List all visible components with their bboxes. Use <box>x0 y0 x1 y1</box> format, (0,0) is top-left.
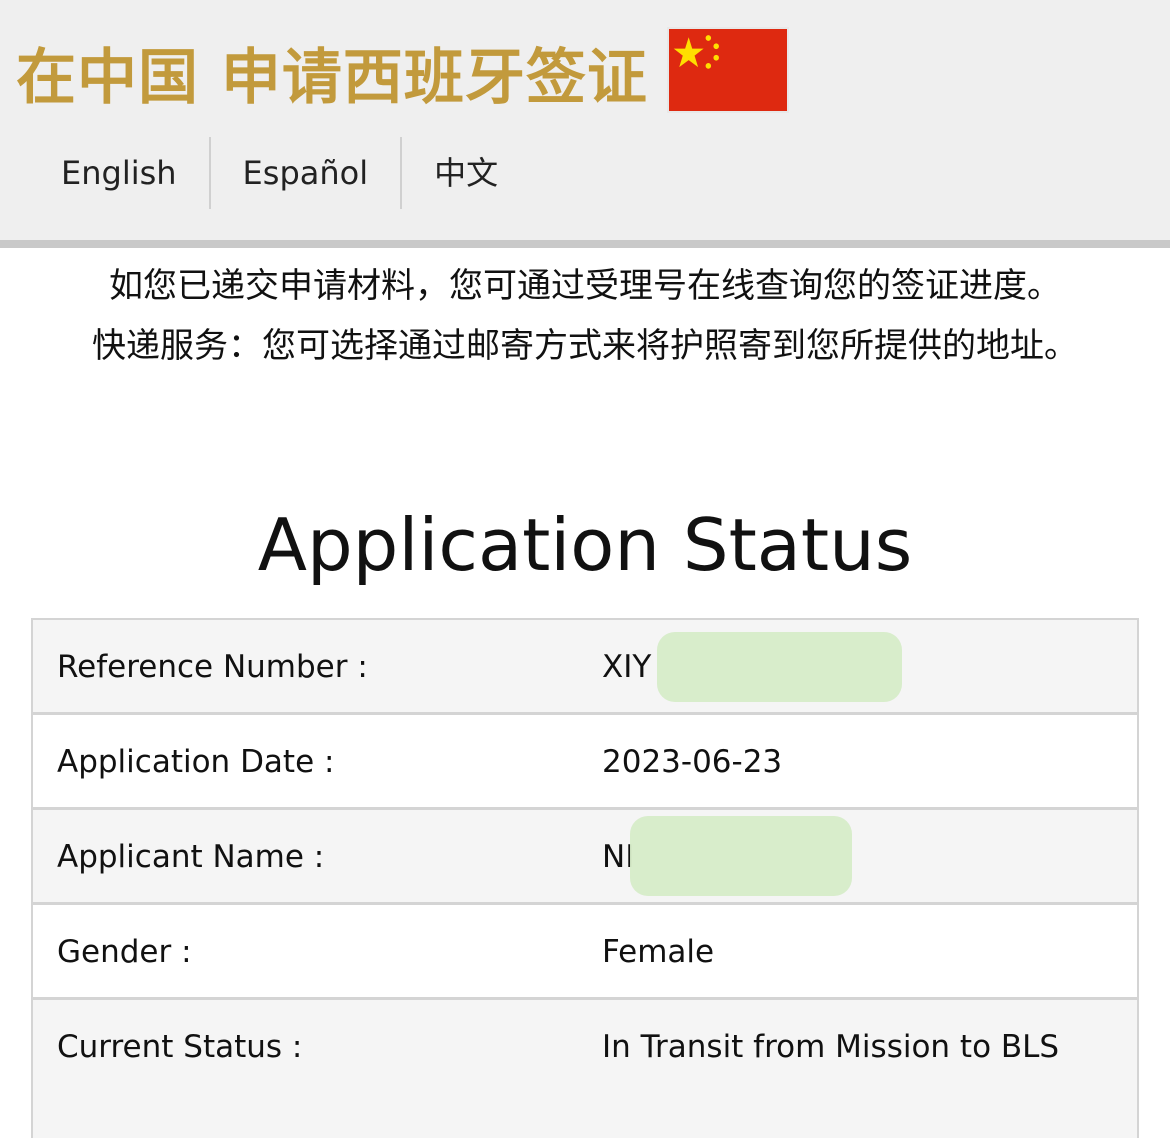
reference-number-text: XIY <box>602 649 652 685</box>
language-link-chinese[interactable]: 中文 <box>402 137 530 209</box>
applicant-name-value: NI <box>602 810 1137 902</box>
site-title: 在中国 申请西班牙签证 <box>16 43 648 113</box>
status-table: Reference Number : XIY Application Date … <box>31 618 1139 1138</box>
china-flag-icon <box>667 27 789 113</box>
redaction-mark <box>657 632 902 702</box>
page-title: Application Status <box>257 503 913 587</box>
application-date-value: 2023-06-23 <box>602 744 783 780</box>
intro-text: 如您已递交申请材料，您可通过受理号在线查询您的签证进度。 快递服务：您可选择通过… <box>20 256 1150 376</box>
table-row-reference: Reference Number : XIY <box>33 620 1137 715</box>
gender-value: Female <box>602 934 715 970</box>
current-status-value: In Transit from Mission to BLS <box>602 1029 1060 1065</box>
table-row-gender: Gender : Female <box>33 905 1137 1000</box>
gender-label: Gender : <box>57 934 192 970</box>
table-row-date: Application Date : 2023-06-23 <box>33 715 1137 810</box>
language-link-espanol[interactable]: Español <box>211 137 401 209</box>
current-status-label: Current Status : <box>57 1029 303 1065</box>
redaction-mark <box>630 816 852 896</box>
reference-number-value: XIY <box>602 620 1137 712</box>
intro-line-courier: 快递服务：您可选择通过邮寄方式来将护照寄到您所提供的地址。 <box>92 326 1078 366</box>
intro-line-tracking: 如您已递交申请材料，您可通过受理号在线查询您的签证进度。 <box>109 266 1061 306</box>
applicant-name-label: Applicant Name : <box>57 839 325 875</box>
language-link-english[interactable]: English <box>0 137 209 209</box>
table-row-status: Current Status : In Transit from Mission… <box>33 1000 1137 1138</box>
table-row-name: Applicant Name : NI <box>33 810 1137 905</box>
language-nav: English Español 中文 <box>0 137 530 209</box>
reference-number-label: Reference Number : <box>57 649 368 685</box>
site-header: 在中国 申请西班牙签证 English Español 中文 <box>0 0 1170 248</box>
application-date-label: Application Date : <box>57 744 335 780</box>
